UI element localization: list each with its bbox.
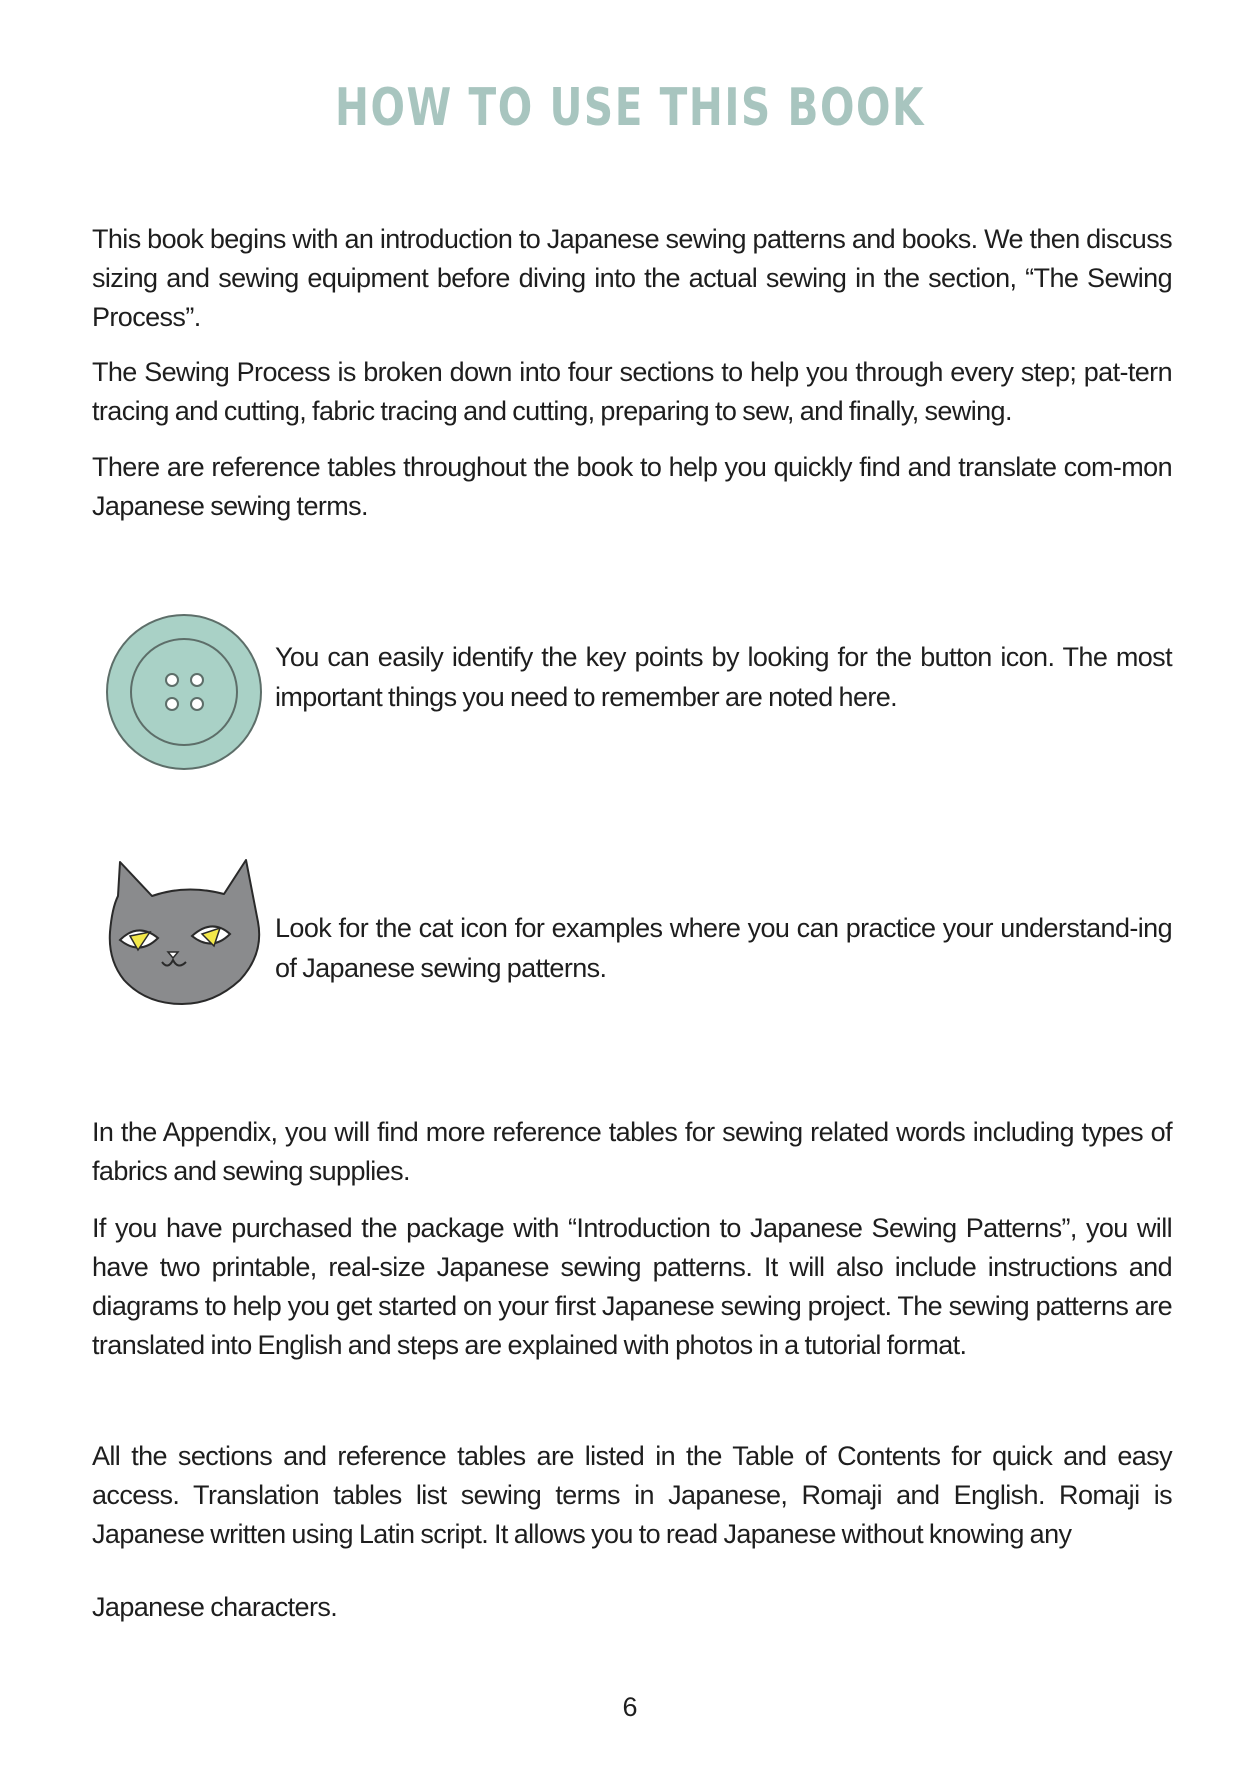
intro-paragraph-1: This book begins with an introduction to…: [92, 224, 1173, 332]
appendix-paragraph-4: Japanese characters.: [92, 1592, 338, 1622]
intro-paragraph-2: The Sewing Process is broken down into f…: [92, 357, 1173, 426]
page-number: 6: [622, 1692, 638, 1722]
page-title: HOW TO USE THIS BOOK: [334, 78, 926, 138]
cat-callout-text: Look for the cat icon for examples where…: [275, 913, 1173, 983]
button-callout-text: You can easily identify the key points b…: [275, 642, 1173, 712]
cat-icon: [106, 858, 266, 1008]
intro-paragraph-3: There are reference tables throughout th…: [92, 452, 1173, 521]
appendix-paragraph-2: If you have purchased the package with “…: [92, 1213, 1173, 1360]
button-icon: [104, 612, 264, 772]
appendix-paragraph-1: In the Appendix, you will find more refe…: [92, 1117, 1173, 1186]
appendix-paragraph-3: All the sections and reference tables ar…: [92, 1441, 1173, 1549]
